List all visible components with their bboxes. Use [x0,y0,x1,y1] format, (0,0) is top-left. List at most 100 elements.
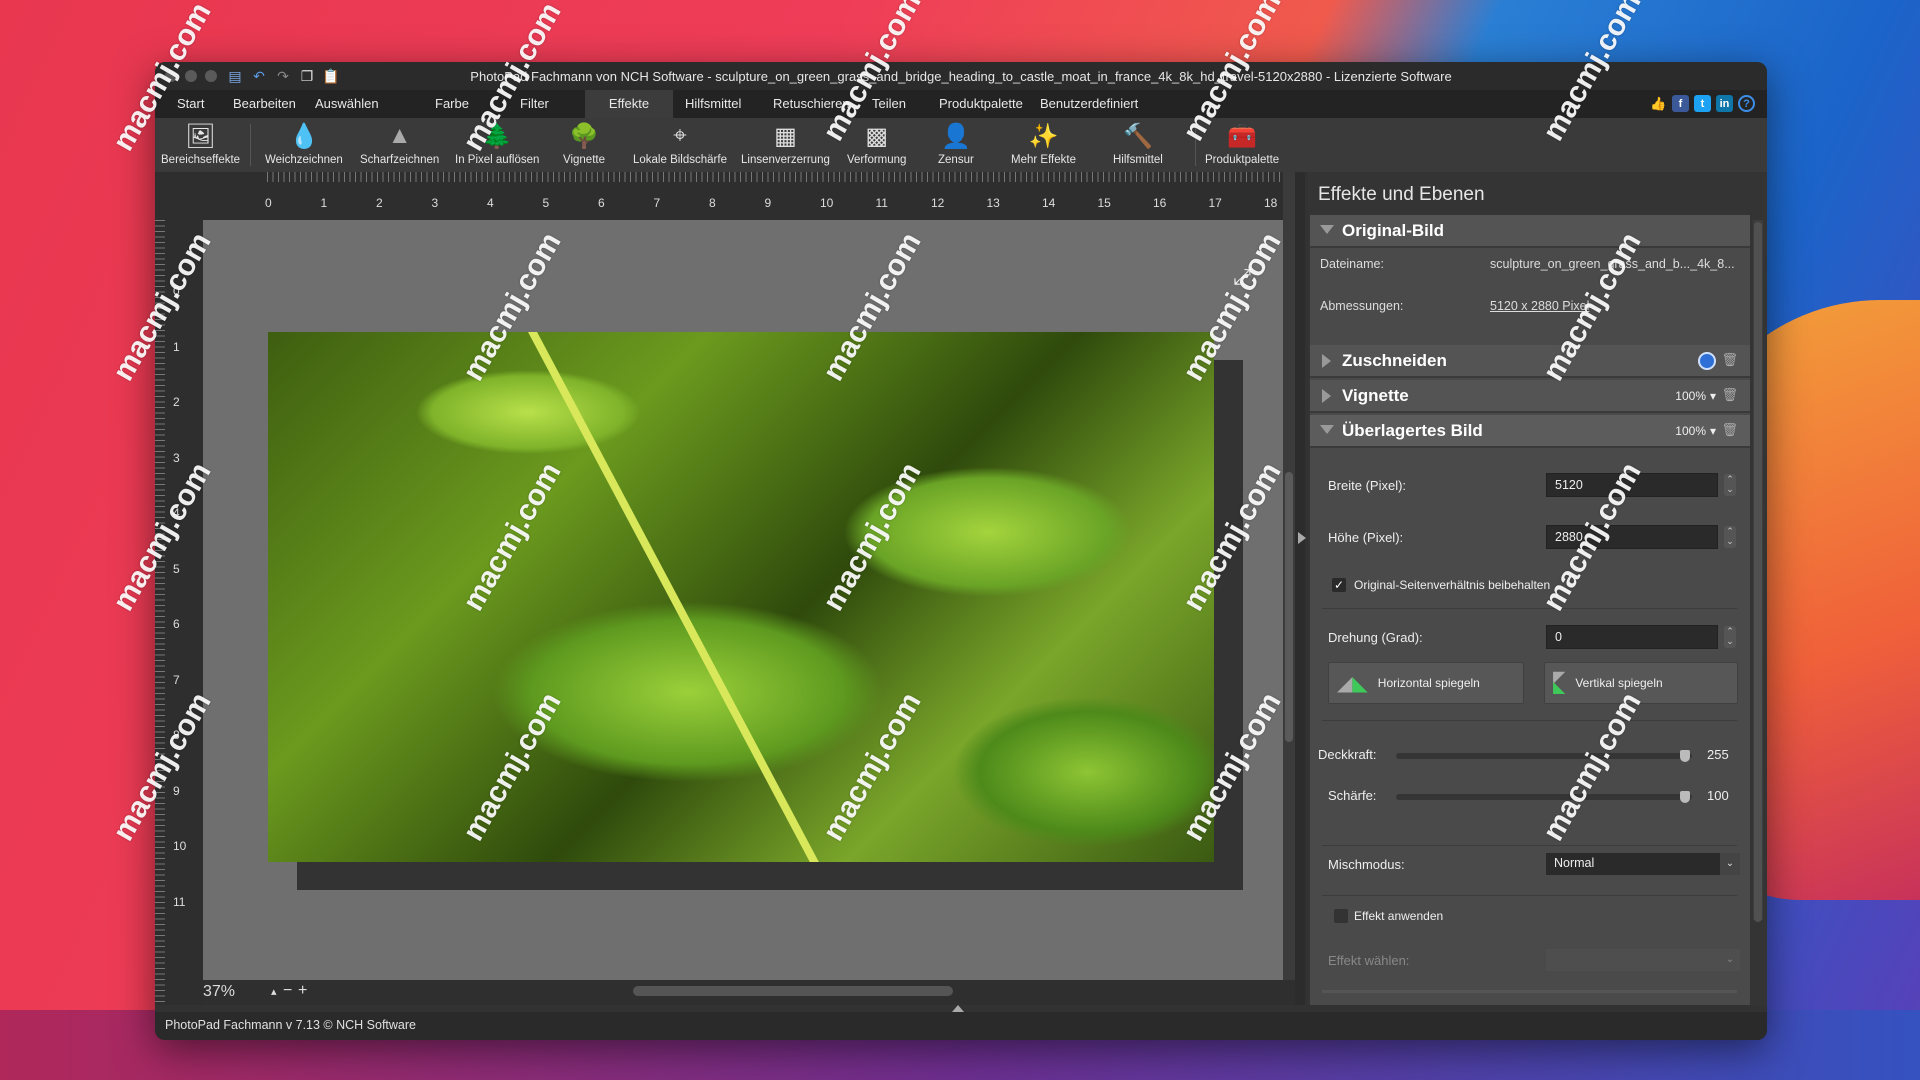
social-links: 👍 f t in ? [1650,95,1755,112]
apply-effect-label: Effekt anwenden [1354,909,1444,923]
slider-handle[interactable] [1680,791,1690,803]
zoom-out-button[interactable]: − [283,982,292,1000]
tool-lokale-bildschaerfe[interactable]: ⌖ Lokale Bildschärfe [633,120,727,166]
ruler-ticks [267,172,1295,182]
zoom-in-button[interactable]: + [298,982,307,1000]
ruler-label: 9 [173,783,180,798]
zoom-bar: 37% ▴ − + [203,980,1295,1005]
tool-produktpalette[interactable]: 🧰 Produktpalette [1205,120,1280,167]
keep-ratio-checkbox[interactable]: ✓ [1332,578,1346,592]
chevron-down-icon[interactable]: ⌄ [1720,853,1740,875]
linkedin-icon[interactable]: in [1716,95,1733,112]
effects-layers-panel: Effekte und Ebenen Original-Bild Dateina… [1308,172,1767,1005]
tool-bereichseffekte[interactable]: 🖼 Bereichseffekte [161,120,240,167]
like-icon[interactable]: 👍 [1650,95,1667,112]
layer-zuschneiden[interactable]: Zuschneiden 🗑 [1310,345,1750,378]
overlay-settings: Breite (Pixel): 5120 ⌃ ⌄ Höhe (Pixel): 28… [1310,460,1750,820]
facebook-icon[interactable]: f [1672,95,1689,112]
filename-label: Dateiname: [1320,257,1384,271]
ruler-label: 2 [173,395,180,409]
ruler-label: 10 [173,839,187,853]
chevron-down-icon[interactable]: ▾ [1710,389,1716,403]
divider [1322,845,1737,846]
layer-opacity-dropdown[interactable]: 100% [1675,424,1706,438]
ruler-label: 16 [1153,196,1167,210]
menu-bearbeiten[interactable]: Bearbeiten [223,90,306,118]
menu-effekte[interactable]: Effekte [585,90,673,118]
trash-icon[interactable]: 🗑 [1721,422,1738,438]
apply-effect-checkbox[interactable] [1334,909,1348,923]
tool-label: Produktpalette [1205,154,1280,166]
trash-icon[interactable]: 🗑 [1721,352,1738,368]
trash-icon[interactable]: 🗑 [1721,387,1738,403]
tools-hammer-icon: 🔨 [1122,122,1153,150]
ruler-label: 8 [709,196,716,210]
ruler-label: 6 [598,196,605,210]
width-stepper[interactable]: ⌃ ⌄ [1724,474,1736,496]
flip-vertical-button[interactable]: ◤ ◣ Vertikal spiegeln [1544,662,1738,704]
menu-hilfsmittel[interactable]: Hilfsmittel [675,90,751,118]
tool-zensur[interactable]: 👤 Zensur [938,120,974,167]
flip-horizontal-button[interactable]: ◢◣ Horizontal spiegeln [1328,662,1524,704]
collapse-arrow-icon [1322,354,1331,368]
canvas-area: 0 1 2 3 4 5 6 7 8 9 10 11 12 13 14 15 16 17 18 01234567891… [155,172,1305,1005]
rotation-input[interactable]: 0 [1546,625,1718,649]
menu-farbe[interactable]: Farbe [425,90,479,118]
sharpness-slider[interactable] [1396,791,1692,803]
menu-start[interactable]: Start [167,90,214,118]
tool-scharfzeichnen[interactable]: ▲ Scharfzeichnen [360,120,439,166]
area-effects-icon: 🖼 [185,122,216,150]
layer-opacity-dropdown[interactable]: 100% [1675,389,1706,403]
help-icon[interactable]: ? [1738,95,1755,112]
twitter-icon[interactable]: t [1694,95,1711,112]
menu-teilen[interactable]: Teilen [862,90,916,118]
tool-mehr-effekte[interactable]: ✨ Mehr Effekte [1011,120,1076,167]
toolbar-separator [250,124,251,166]
ruler-label: 5 [173,561,180,576]
fern-photo[interactable] [268,332,1214,862]
section-original-image[interactable]: Original-Bild [1310,215,1750,248]
slider-handle[interactable] [1680,750,1690,762]
layer-ueberlagertes-bild[interactable]: Überlagertes Bild 100% ▾ 🗑 [1310,415,1750,448]
flip-horizontal-icon: ◢◣ [1337,672,1368,695]
fullscreen-icon[interactable]: ⤢ [1227,264,1257,294]
blend-mode-select[interactable]: Normal ⌄ [1546,853,1740,875]
menu-filter[interactable]: Filter [510,90,559,118]
menu-retuschieren[interactable]: Retuschieren [763,90,860,118]
panel-collapse-arrow-icon[interactable] [1298,532,1306,544]
fern-stem [528,332,827,862]
tool-hilfsmittel[interactable]: 🔨 Hilfsmittel [1113,120,1163,167]
pixelate-icon: 🌲 [482,122,513,150]
tool-weichzeichnen[interactable]: 💧 Weichzeichnen [265,120,343,167]
image-workspace[interactable]: ⤢ [203,220,1295,980]
vertical-scrollbar[interactable] [1283,172,1295,980]
width-input[interactable]: 5120 [1546,473,1718,497]
rotation-stepper[interactable]: ⌃ ⌄ [1724,626,1736,648]
dimensions-link[interactable]: 5120 x 2880 Pixel [1490,299,1589,313]
menu-bar: Start Bearbeiten Auswählen Farbe Filter … [155,90,1767,118]
choose-effect-select[interactable]: ⌄ [1546,949,1740,971]
menu-produktpalette[interactable]: Produktpalette [929,90,1033,118]
height-stepper[interactable]: ⌃ ⌄ [1724,526,1736,548]
horizontal-scrollbar[interactable] [633,986,953,996]
panel-scrollbar[interactable] [1753,220,1763,922]
tool-linsenverzerrung[interactable]: ▦ Linsenverzerrung [741,120,830,167]
menu-auswaehlen[interactable]: Auswählen [305,90,389,118]
tool-vignette[interactable]: 🌳 Vignette [563,120,605,167]
layer-visibility-toggle[interactable] [1698,352,1716,370]
tool-in-pixel-aufloesen[interactable]: 🌲 In Pixel auflösen [455,120,539,167]
tool-verformung[interactable]: ▩ Verformung [847,120,906,167]
chevron-down-icon[interactable]: ▾ [1710,424,1716,438]
bottom-collapse-arrow-icon[interactable] [952,1005,964,1012]
zoom-step-button[interactable]: ▴ [271,985,277,998]
divider [1322,990,1737,993]
height-input[interactable]: 2880 [1546,525,1718,549]
layer-name: Vignette [1342,386,1409,405]
scroll-thumb[interactable] [1285,472,1293,742]
menu-benutzerdefiniert[interactable]: Benutzerdefiniert [1030,90,1148,118]
opacity-label: Deckkraft: [1318,747,1377,762]
scroll-thumb[interactable] [1754,222,1762,922]
sharpen-triangle-icon: ▲ [387,122,412,149]
opacity-slider[interactable] [1396,750,1692,762]
layer-vignette[interactable]: Vignette 100% ▾ 🗑 [1310,380,1750,413]
